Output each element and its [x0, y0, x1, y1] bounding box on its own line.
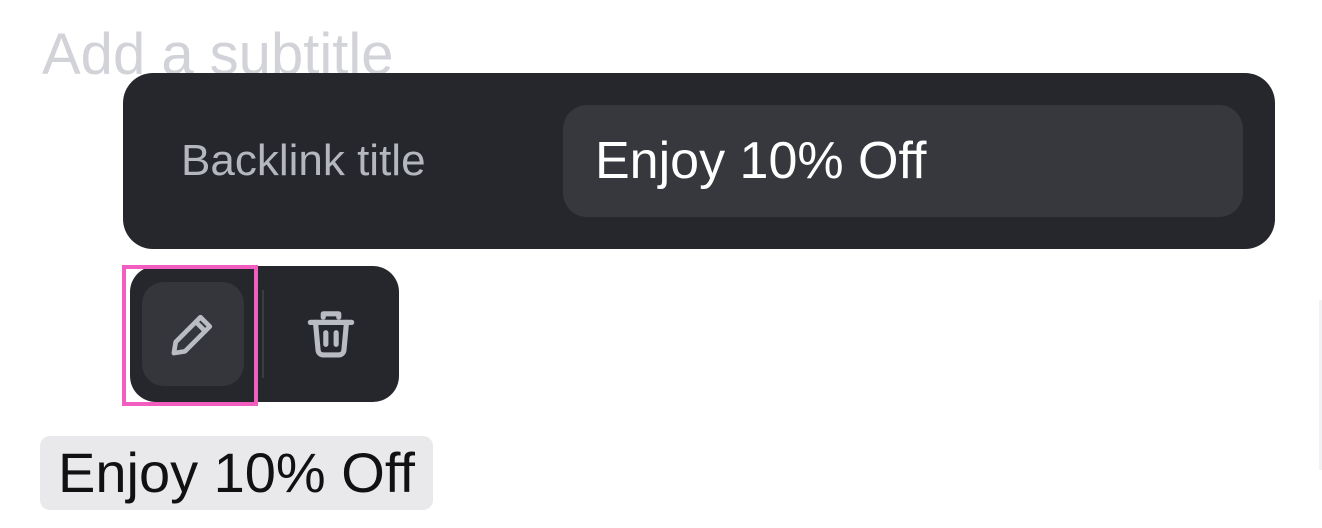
- trash-icon: [307, 311, 355, 358]
- backlink-title-input[interactable]: [563, 105, 1243, 217]
- edit-link-button[interactable]: [142, 282, 244, 386]
- link-toolbar: [130, 266, 399, 402]
- backlink-chip[interactable]: Enjoy 10% Off: [40, 436, 433, 510]
- pencil-icon: [171, 314, 213, 356]
- delete-link-button[interactable]: [280, 282, 382, 386]
- toolbar-divider: [262, 290, 264, 378]
- backlink-title-label: Backlink title: [181, 136, 426, 185]
- backlink-title-popover: Backlink title: [123, 73, 1275, 249]
